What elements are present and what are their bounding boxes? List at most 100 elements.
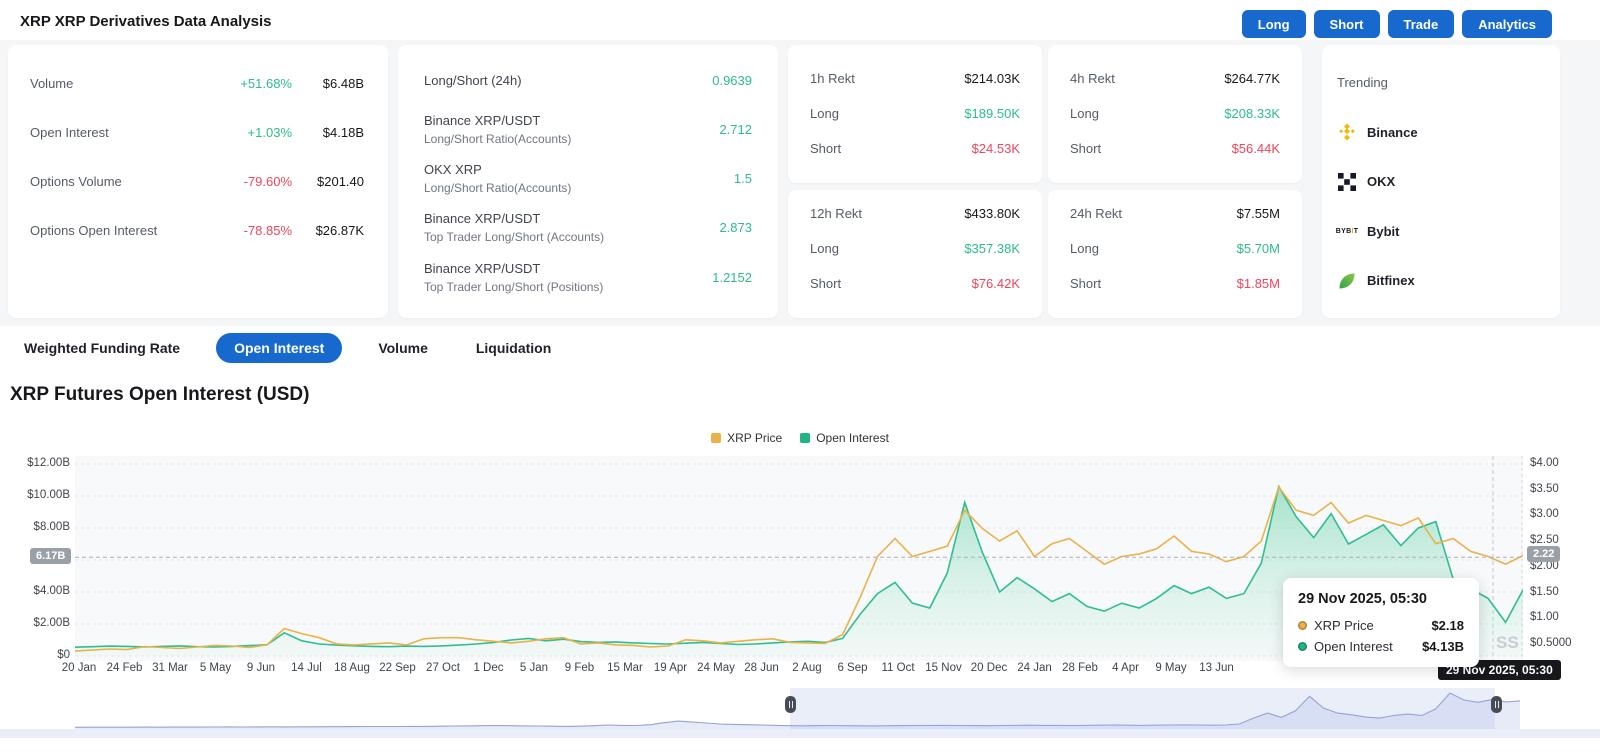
rekt-value: $1.85M — [1237, 276, 1280, 291]
ratio-row: Long/Short (24h)0.9639 — [424, 73, 752, 88]
rekt-card-24h: 24h Rekt$7.55MLong$5.70MShort$1.85M — [1048, 190, 1302, 318]
chart-range-navigator[interactable] — [75, 688, 1520, 730]
rekt-long-row: Long$5.70M — [1070, 239, 1280, 257]
tooltip-series-label: XRP Price — [1314, 618, 1374, 633]
trending-item-okx[interactable]: OKX — [1337, 170, 1395, 194]
ratio-labels: Binance XRP/USDTTop Trader Long/Short (A… — [424, 211, 719, 244]
right-axis-current-badge: 2.22 — [1527, 546, 1560, 562]
x-axis-tick: 13 Jun — [1185, 662, 1249, 674]
trending-item-bitfinex[interactable]: Bitfinex — [1337, 269, 1415, 293]
ratio-row: OKX XRPLong/Short Ratio(Accounts)1.5 — [424, 162, 752, 195]
rekt-label: Long — [810, 241, 839, 256]
rekt-card-1h: 1h Rekt$214.03K Long$189.50K Short$24.53K — [788, 45, 1042, 183]
ratio-sublabel: Top Trader Long/Short (Positions) — [424, 280, 712, 294]
rekt-value: $208.33K — [1224, 106, 1280, 121]
tab-volume[interactable]: Volume — [366, 333, 440, 363]
rekt-label: 1h Rekt — [810, 71, 855, 86]
left-axis-tick: $4.00B — [16, 585, 70, 597]
legend-label: XRP Price — [727, 431, 782, 445]
navigator-track[interactable] — [0, 729, 1600, 738]
rekt-value: $56.44K — [1232, 141, 1280, 156]
rekt-short-row: Short$24.53K — [810, 139, 1020, 157]
legend-item-open-interest[interactable]: Open Interest — [800, 431, 889, 445]
trending-card: Trending Binance OKX BYBITBybit Bitfinex — [1322, 45, 1560, 318]
ratio-labels: Binance XRP/USDTLong/Short Ratio(Account… — [424, 113, 719, 146]
chart-tooltip: 29 Nov 2025, 05:30 XRP Price$2.18Open In… — [1283, 578, 1479, 667]
stat-row: Open Interest+1.03%$4.18B — [30, 122, 364, 142]
right-axis-tick: $1.00 — [1530, 611, 1559, 623]
ratio-label: OKX XRP — [424, 162, 734, 177]
left-axis-tick: $2.00B — [16, 617, 70, 629]
trending-item-binance[interactable]: Binance — [1337, 120, 1418, 144]
rekt-long-row: Long$189.50K — [810, 104, 1020, 122]
coinglass-watermark-fragment: SS — [1496, 633, 1519, 653]
bitfinex-icon — [1337, 271, 1357, 291]
rekt-value: $5.70M — [1237, 241, 1280, 256]
header-button-analytics[interactable]: Analytics — [1462, 10, 1552, 38]
navigator-left-handle-icon[interactable] — [785, 696, 796, 713]
right-axis-tick: $4.00 — [1530, 457, 1559, 469]
chart-section-title: XRP Futures Open Interest (USD) — [10, 384, 309, 406]
ratio-value: 0.9639 — [712, 73, 752, 88]
rekt-total-row: 1h Rekt$214.03K — [810, 69, 1020, 87]
tab-liquidation[interactable]: Liquidation — [464, 333, 563, 363]
chart-tabs: Weighted Funding Rate Open Interest Volume… — [12, 333, 563, 363]
legend-label: Open Interest — [816, 431, 889, 445]
header-button-trade[interactable]: Trade — [1388, 10, 1455, 38]
rekt-label: Short — [810, 141, 841, 156]
ratio-labels: OKX XRP Long/Short Ratio(Accounts) — [424, 162, 734, 195]
long-short-ratio-card: Long/Short (24h)0.9639Binance XRP/USDTLo… — [398, 45, 778, 318]
right-axis-tick: $3.50 — [1530, 483, 1559, 495]
stat-label: Options Volume — [30, 174, 212, 189]
binance-icon — [1337, 122, 1357, 142]
tab-open-interest[interactable]: Open Interest — [216, 333, 342, 363]
tab-weighted-funding-rate[interactable]: Weighted Funding Rate — [12, 333, 192, 363]
stat-label: Options Open Interest — [30, 223, 212, 238]
exchange-name: Bybit — [1367, 224, 1400, 239]
stat-value: $201.40 — [292, 174, 364, 189]
series-dot — [1298, 642, 1307, 651]
legend-item-xrp-price[interactable]: XRP Price — [711, 431, 782, 445]
ratio-labels: Binance XRP/USDT Top Trader Long/Short (P… — [424, 261, 712, 294]
right-axis-tick: $2.50 — [1530, 534, 1559, 546]
header-buttons: Long Short TradeAnalytics — [1242, 10, 1552, 38]
rekt-long-row: Long$208.33K — [1070, 104, 1280, 122]
rekt-value: $76.42K — [972, 276, 1020, 291]
rekt-label: Short — [1070, 276, 1101, 291]
stat-change: -78.85% — [212, 223, 292, 238]
rekt-label: 12h Rekt — [810, 206, 862, 221]
ratio-row: Binance XRP/USDT Top Trader Long/Short (P… — [424, 261, 752, 294]
stat-label: Volume — [30, 76, 212, 91]
header-button-short[interactable]: Short — [1314, 10, 1380, 38]
left-axis-tick: $0 — [16, 649, 70, 661]
navigator-canvas[interactable] — [75, 688, 1520, 730]
legend-swatch — [800, 433, 810, 443]
page-title: XRP XRP Derivatives Data Analysis — [20, 13, 272, 30]
ratio-sublabel: Long/Short Ratio(Accounts) — [424, 132, 719, 146]
tooltip-row: Open Interest$4.13B — [1298, 639, 1464, 654]
ratio-row: Binance XRP/USDTLong/Short Ratio(Account… — [424, 113, 752, 146]
exchange-name: OKX — [1367, 174, 1395, 189]
stat-row: Options Open Interest-78.85%$26.87K — [30, 220, 364, 240]
ratio-sublabel: Long/Short Ratio(Accounts) — [424, 181, 734, 195]
right-axis-tick: $0.5000 — [1530, 637, 1572, 649]
rekt-value: $189.50K — [964, 106, 1020, 121]
tooltip-series-value: $4.13B — [1422, 639, 1464, 654]
header-button-long[interactable]: Long — [1242, 10, 1306, 38]
trending-item-bybit[interactable]: BYBITBybit — [1337, 219, 1400, 243]
left-axis-tick: $10.00B — [16, 489, 70, 501]
ratio-label: Binance XRP/USDT — [424, 261, 712, 276]
rekt-value: $433.80K — [964, 206, 1020, 221]
left-axis-tick: $12.00B — [16, 457, 70, 469]
stat-change: +1.03% — [212, 125, 292, 140]
rekt-card-12h: 12h Rekt$433.80KLong$357.38KShort$76.42K — [788, 190, 1042, 318]
legend-swatch — [711, 433, 721, 443]
rekt-value: $7.55M — [1237, 206, 1280, 221]
rekt-long-row: Long$357.38K — [810, 239, 1020, 257]
exchange-name: Binance — [1367, 125, 1418, 140]
ratio-labels: Long/Short (24h) — [424, 73, 712, 88]
trending-title: Trending — [1337, 75, 1388, 90]
rekt-short-row: Short $1.85M — [1070, 274, 1280, 292]
navigator-right-handle-icon[interactable] — [1491, 696, 1502, 713]
left-axis-tick: $8.00B — [16, 521, 70, 533]
